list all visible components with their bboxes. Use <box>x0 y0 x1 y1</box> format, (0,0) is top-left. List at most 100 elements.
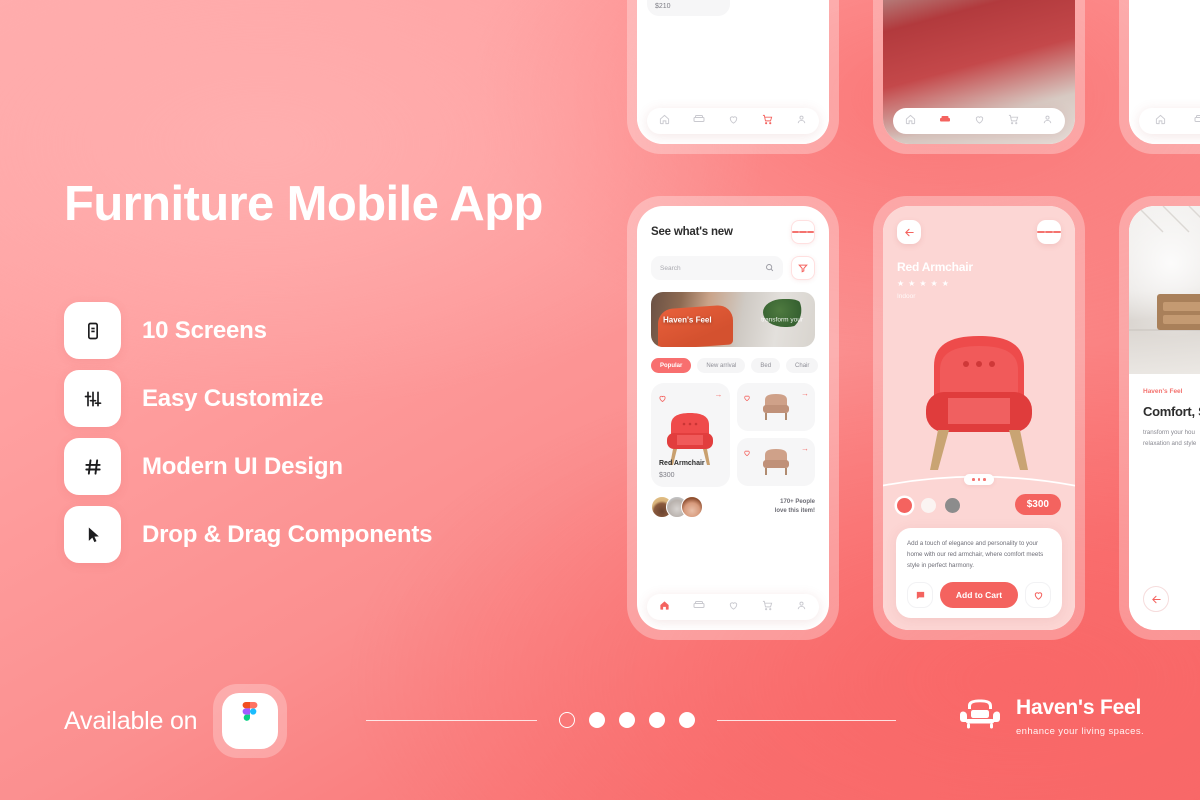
chat-icon[interactable] <box>907 582 933 608</box>
chip-bed[interactable]: Bed <box>751 358 781 373</box>
product-category-tag: Indoor <box>897 293 916 300</box>
arrow-left-icon[interactable] <box>1143 586 1169 612</box>
heart-icon[interactable] <box>728 598 739 616</box>
hash-icon <box>64 438 121 495</box>
search-icon[interactable] <box>765 259 774 277</box>
pagination-dot-1[interactable] <box>559 712 576 728</box>
pagination-dot-3[interactable] <box>619 712 636 728</box>
user-icon[interactable] <box>796 112 807 130</box>
screen-showcase: 550 item → <box>883 0 1075 144</box>
product-name: Red Armchair <box>659 460 705 467</box>
social-proof-line-1: 170+ People <box>780 499 815 505</box>
social-proof-line-2: love this item! <box>774 508 815 514</box>
pagination-dots[interactable] <box>559 712 696 728</box>
product-price: $210 <box>655 3 671 10</box>
color-swatch-red[interactable] <box>897 498 912 513</box>
image-carousel-dots[interactable] <box>964 474 994 485</box>
discover-header: See what's new <box>651 220 815 244</box>
pagination-dot-5[interactable] <box>679 712 696 728</box>
search-row[interactable]: Search <box>651 256 815 280</box>
brand-logo-block: Haven's Feel enhance your living spaces. <box>958 694 1144 739</box>
hamburger-icon[interactable] <box>791 220 815 244</box>
showcase-hero: 550 item → <box>883 0 1075 144</box>
star-icon: ★ <box>919 279 927 288</box>
bottom-tab-bar[interactable] <box>647 108 819 134</box>
arrow-right-icon[interactable]: → <box>801 389 809 398</box>
cursor-pointer-icon <box>64 506 121 563</box>
pagination-dot-2[interactable] <box>589 712 606 728</box>
heart-icon[interactable] <box>743 389 752 402</box>
home-icon[interactable] <box>1155 112 1166 130</box>
screen-product-detail: Red Armchair ★ ★ ★ ★ ★ Indoor $300 Add a… <box>883 206 1075 630</box>
cart-icon[interactable] <box>762 112 773 130</box>
available-on-label: Available on <box>64 706 198 735</box>
feature-label: Easy Customize <box>142 384 324 412</box>
search-input[interactable]: Search <box>651 256 783 280</box>
home-icon[interactable] <box>659 598 670 616</box>
arrow-left-icon[interactable] <box>897 220 921 244</box>
brand-tagline: enhance your living spaces. <box>1016 725 1145 737</box>
star-icon: ★ <box>897 279 905 288</box>
screen-wishlist-tail <box>1129 0 1200 144</box>
cart-icon[interactable] <box>1008 112 1019 130</box>
pagination-dot-4[interactable] <box>649 712 666 728</box>
phone-mockup-product-detail: Red Armchair ★ ★ ★ ★ ★ Indoor $300 Add a… <box>873 196 1085 640</box>
filter-icon[interactable] <box>791 256 815 280</box>
heart-icon[interactable] <box>658 390 667 402</box>
onboarding-subtext: transform your hou relaxation and style <box>1143 427 1200 449</box>
chip-new-arrival[interactable]: New arrival <box>697 358 746 373</box>
brand-kicker: Haven's Feel <box>1143 388 1183 395</box>
carousel-pagination[interactable] <box>366 712 896 728</box>
product-description: Add a touch of elegance and personality … <box>907 540 1044 570</box>
user-icon[interactable] <box>796 598 807 616</box>
bottom-tab-bar[interactable] <box>647 594 819 620</box>
onboarding-subtext-line-1: transform your hou <box>1143 429 1195 436</box>
figma-icon <box>222 693 279 749</box>
banner-subtext: transform your <box>761 316 803 323</box>
color-swatch-gray[interactable] <box>945 498 960 513</box>
chip-chair[interactable]: Chair <box>786 358 819 373</box>
heart-icon[interactable] <box>974 112 985 130</box>
user-icon[interactable] <box>1042 112 1053 130</box>
social-proof-text: 170+ People love this item! <box>775 498 815 516</box>
add-to-cart-button[interactable]: Add to Cart <box>940 582 1018 608</box>
product-tile-vase[interactable]: Ceramic Vase $210 <box>647 0 730 16</box>
category-chips[interactable]: Popular New arrival Bed Chair <box>651 358 819 373</box>
cart-icon[interactable] <box>762 598 773 616</box>
home-icon[interactable] <box>659 112 670 130</box>
home-icon[interactable] <box>905 112 916 130</box>
rating-stars: ★ ★ ★ ★ ★ <box>897 280 1075 288</box>
heart-icon[interactable] <box>1025 582 1051 608</box>
color-swatch-white[interactable] <box>921 498 936 513</box>
phone-mockup-discover: See what's new Search Haven's Feel trans… <box>627 196 839 640</box>
sofa-icon[interactable] <box>693 598 705 616</box>
color-swatches[interactable] <box>897 498 960 513</box>
sofa-icon[interactable] <box>693 112 705 130</box>
heart-icon[interactable] <box>728 112 739 130</box>
sofa-icon[interactable] <box>1194 112 1200 130</box>
pagination-line-right <box>717 719 896 721</box>
arrow-right-icon[interactable]: → <box>715 390 723 399</box>
feature-label: Drop & Drag Components <box>142 520 433 548</box>
page-title: Furniture Mobile App <box>64 177 543 231</box>
chip-popular[interactable]: Popular <box>651 358 692 373</box>
social-proof-row: 170+ People love this item! <box>651 496 815 518</box>
sofa-icon[interactable] <box>939 112 951 130</box>
wishlist-list <box>1129 0 1200 144</box>
bottom-tab-bar[interactable] <box>1139 108 1200 134</box>
left-promo-panel: Furniture Mobile App 10 Screens Easy Cus… <box>0 0 600 800</box>
detail-actions: Add to Cart <box>907 582 1051 608</box>
avatar-group <box>651 496 703 518</box>
promo-banner[interactable]: Haven's Feel transform your <box>651 292 815 347</box>
heart-icon[interactable] <box>743 444 752 457</box>
product-card-featured[interactable]: → Red Armchair $300 <box>651 383 730 487</box>
avatar <box>681 496 703 518</box>
search-placeholder: Search <box>660 264 681 272</box>
detail-header <box>883 206 1075 244</box>
product-card-small[interactable]: → <box>736 383 815 431</box>
arrow-right-icon[interactable]: → <box>801 444 809 453</box>
hamburger-icon[interactable] <box>1037 220 1061 244</box>
figma-badge[interactable] <box>213 684 288 758</box>
bottom-tab-bar[interactable] <box>893 108 1065 134</box>
product-card-small[interactable]: → <box>736 438 815 486</box>
